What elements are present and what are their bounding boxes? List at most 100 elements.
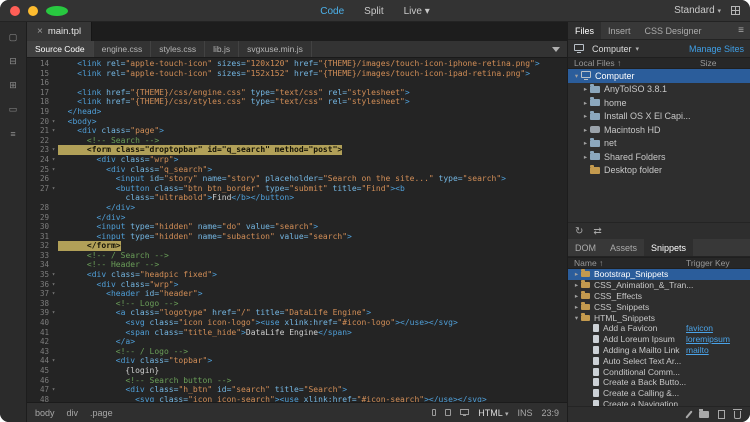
- view-mode-split[interactable]: Split: [364, 6, 383, 17]
- snippet-row[interactable]: Conditional Comm...: [568, 366, 750, 377]
- format-source-code-icon[interactable]: ≡: [5, 127, 21, 140]
- fold-arrow-icon[interactable]: ▾: [49, 117, 58, 127]
- expand-arrow-icon[interactable]: ▸: [581, 126, 590, 134]
- tag-selector-body[interactable]: body: [35, 408, 55, 418]
- file-row[interactable]: ▸ Install OS X El Capi...: [568, 110, 750, 124]
- code-line[interactable]: 41 <span class="title_hide">DataLife Eng…: [27, 328, 567, 338]
- code-line[interactable]: 47 ▾ <div class="h_btn" id="search" title…: [27, 385, 567, 395]
- code-line[interactable]: 32 </form>: [27, 241, 567, 251]
- code-line[interactable]: 22 <!-- Search -->: [27, 136, 567, 146]
- related-file-styles-css[interactable]: styles.css: [151, 41, 206, 57]
- code-line[interactable]: 27 ▾ <button class="btn btn_border" type=…: [27, 184, 567, 194]
- snippet-row[interactable]: Auto Select Text Ar...: [568, 355, 750, 366]
- refresh-icon[interactable]: ↻: [575, 226, 583, 237]
- expand-arrow-icon[interactable]: ▸: [581, 153, 590, 161]
- panel-tab-insert[interactable]: Insert: [601, 22, 638, 39]
- code-line[interactable]: 18 <link href="{THEME}/css/styles.css" t…: [27, 97, 567, 107]
- tab-main-tpl[interactable]: × main.tpl: [27, 22, 93, 41]
- snippet-folder-row[interactable]: ▸ CSS_Snippets: [568, 301, 750, 312]
- desktop-preview-icon[interactable]: [460, 408, 470, 416]
- expand-arrow-icon[interactable]: ▸: [581, 85, 590, 93]
- file-row[interactable]: ▸ Shared Folders: [568, 150, 750, 164]
- snippet-folder-row[interactable]: ▾ HTML_Snippets: [568, 312, 750, 323]
- code-line[interactable]: 38 <!-- Logo -->: [27, 299, 567, 309]
- code-line[interactable]: 36 ▾ <div class="wrp">: [27, 280, 567, 290]
- code-line[interactable]: 20 ▾ <body>: [27, 117, 567, 127]
- snippet-folder-row[interactable]: ▸ Bootstrap_Snippets: [568, 269, 750, 280]
- fold-arrow-icon[interactable]: ▾: [49, 155, 58, 165]
- expand-arrow-icon[interactable]: ▾: [572, 314, 581, 322]
- fold-arrow-icon[interactable]: ▾: [49, 165, 58, 175]
- trigger-key-header[interactable]: Trigger Key: [686, 258, 730, 268]
- code-line[interactable]: 21 ▾ <div class="page">: [27, 126, 567, 136]
- code-line[interactable]: 28 </div>: [27, 203, 567, 213]
- expand-arrow-icon[interactable]: ▸: [572, 292, 581, 300]
- code-line[interactable]: 46 <!-- Search button -->: [27, 376, 567, 386]
- close-window-icon[interactable]: [10, 5, 20, 16]
- expand-arrow-icon[interactable]: ▸: [572, 303, 581, 311]
- fold-arrow-icon[interactable]: ▾: [49, 289, 58, 299]
- trigger-key[interactable]: favicon: [686, 323, 713, 333]
- trigger-key[interactable]: loremipsum: [686, 334, 730, 344]
- code-line[interactable]: 23 ▾ <form class="droptopbar" id="q_searc…: [27, 145, 567, 155]
- code-line[interactable]: 34 <!-- Header -->: [27, 260, 567, 270]
- fold-arrow-icon[interactable]: ▾: [49, 308, 58, 318]
- code-line[interactable]: 30 <input type="hidden" name="do" value=…: [27, 222, 567, 232]
- snippet-row[interactable]: Add a Favicon favicon: [568, 323, 750, 334]
- name-header[interactable]: Name ↑: [574, 258, 603, 268]
- fold-arrow-icon[interactable]: ▾: [49, 145, 58, 155]
- code-line[interactable]: 31 <input type="hidden" name="subaction"…: [27, 232, 567, 242]
- file-row[interactable]: ▸ net: [568, 137, 750, 151]
- fold-arrow-icon[interactable]: ▾: [49, 356, 58, 366]
- file-row[interactable]: ▸ AnyToISO 3.8.1: [568, 83, 750, 97]
- view-mode-code[interactable]: Code: [320, 6, 344, 17]
- code-line[interactable]: 26 <input id="story" name="story" placeh…: [27, 174, 567, 184]
- panel-tab-files[interactable]: Files: [568, 22, 602, 39]
- fold-arrow-icon[interactable]: ▾: [49, 184, 58, 194]
- file-row[interactable]: Desktop folder: [568, 164, 750, 178]
- trigger-key[interactable]: mailto: [686, 345, 709, 355]
- collapse-full-tag-icon[interactable]: ⊟: [5, 55, 21, 68]
- phone-preview-icon[interactable]: [432, 409, 437, 416]
- snippet-folder-row[interactable]: ▸ CSS_Animation_&_Tran...: [568, 280, 750, 291]
- expand-all-icon[interactable]: ⊞: [5, 79, 21, 92]
- panel-menu-icon[interactable]: ≡: [738, 25, 744, 36]
- code-line[interactable]: 29 </div>: [27, 213, 567, 223]
- panel-tab-snippets[interactable]: Snippets: [644, 239, 694, 256]
- code-line[interactable]: 44 ▾ <div class="topbar">: [27, 356, 567, 366]
- code-line[interactable]: 19 </head>: [27, 107, 567, 117]
- code-line[interactable]: 35 ▾ <div class="headpic fixed">: [27, 270, 567, 280]
- local-files-header[interactable]: Local Files ↑: [574, 58, 621, 68]
- code-line[interactable]: 42 </a>: [27, 337, 567, 347]
- snippet-row[interactable]: Add Loreum Ipsum loremipsum: [568, 334, 750, 345]
- new-folder-icon[interactable]: [699, 409, 709, 418]
- code-line[interactable]: 16: [27, 78, 567, 88]
- code-area[interactable]: 14 <link rel="apple-touch-icon" sizes="1…: [27, 58, 567, 402]
- filter-related-files-icon[interactable]: [552, 46, 560, 52]
- code-line[interactable]: 43 <!-- / Logo -->: [27, 347, 567, 357]
- view-mode-live[interactable]: Live ▾: [404, 6, 430, 17]
- open-documents-icon[interactable]: ▢: [5, 31, 21, 44]
- related-file-source-code[interactable]: Source Code: [27, 41, 94, 57]
- snippet-row[interactable]: Create a Navigation...: [568, 399, 750, 406]
- code-line[interactable]: 40 <svg class="icon icon-logo"><use xlin…: [27, 318, 567, 328]
- fold-arrow-icon[interactable]: ▾: [49, 126, 58, 136]
- expand-arrow-icon[interactable]: ▸: [572, 270, 581, 278]
- code-line[interactable]: 25 ▾ <div class="q_search">: [27, 165, 567, 175]
- code-line[interactable]: 48 <svg class="icon icon-search"><use xl…: [27, 395, 567, 402]
- panel-tab-dom[interactable]: DOM: [568, 239, 603, 256]
- fold-arrow-icon[interactable]: ▾: [49, 280, 58, 290]
- file-row[interactable]: ▸ Macintosh HD: [568, 123, 750, 137]
- new-snippet-icon[interactable]: [718, 410, 725, 419]
- panel-tab-css-designer[interactable]: CSS Designer: [638, 22, 709, 39]
- related-file-svgxuse-min-js[interactable]: svgxuse.min.js: [239, 41, 312, 57]
- code-line[interactable]: 33 <!-- / Search -->: [27, 251, 567, 261]
- code-line[interactable]: 45 {login}: [27, 366, 567, 376]
- snippet-row[interactable]: Adding a Mailto Link mailto: [568, 345, 750, 356]
- file-row[interactable]: ▾ Computer: [568, 69, 750, 83]
- code-line[interactable]: 17 <link href="{THEME}/css/engine.css" t…: [27, 88, 567, 98]
- get-put-files-icon[interactable]: ⇄: [593, 226, 601, 237]
- code-line[interactable]: 15 <link rel="apple-touch-icon" sizes="1…: [27, 69, 567, 79]
- expand-arrow-icon[interactable]: ▸: [581, 139, 590, 147]
- zoom-window-icon[interactable]: [46, 5, 68, 16]
